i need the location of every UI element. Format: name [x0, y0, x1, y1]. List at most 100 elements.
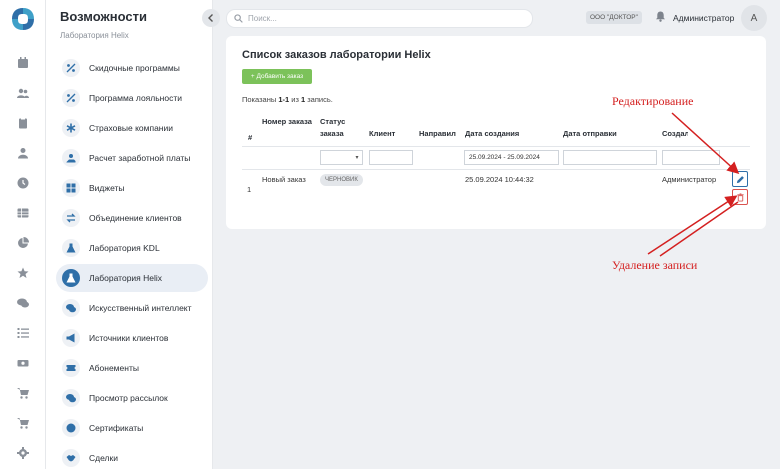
- sidebar-item[interactable]: Просмотр рассылок: [56, 384, 208, 412]
- sidebar-item-label: Искусственный интеллект: [89, 303, 192, 313]
- sidebar-item-label: Расчет заработной платы: [89, 153, 191, 163]
- column-header-index[interactable]: #: [248, 132, 252, 144]
- page-title: Список заказов лаборатории Helix: [242, 49, 431, 61]
- grid-icon: [62, 179, 80, 197]
- delete-annotation: Удаление записи: [612, 258, 698, 272]
- chat-icon[interactable]: [15, 295, 31, 311]
- sidebar-item-label: Абонементы: [89, 363, 139, 373]
- bell-icon: [655, 11, 666, 22]
- submenu-title: Возможности: [60, 9, 147, 24]
- flask-icon: [62, 269, 80, 287]
- chevron-left-icon: [208, 14, 213, 22]
- user-name[interactable]: Администратор: [673, 13, 734, 23]
- summary-middle: из: [289, 95, 301, 104]
- flask-icon: [62, 239, 80, 257]
- column-header-status[interactable]: Статус заказа: [320, 116, 360, 140]
- sidebar-item-label: Объединение клиентов: [89, 213, 182, 223]
- pencil-icon: [736, 175, 744, 183]
- certificate-icon: [62, 419, 80, 437]
- row-created-at: 25.09.2024 10:44:32: [465, 175, 534, 184]
- sidebar-item-label: Виджеты: [89, 183, 125, 193]
- merge-arrows-icon: [62, 209, 80, 227]
- sidebar-item-label: Просмотр рассылок: [89, 393, 168, 403]
- percent-icon: [62, 59, 80, 77]
- ticket-icon: [62, 359, 80, 377]
- sidebar-item[interactable]: Объединение клиентов: [56, 204, 208, 232]
- notifications-button[interactable]: [655, 11, 667, 23]
- sidebar-item[interactable]: Страховые компании: [56, 114, 208, 142]
- percent-icon: [62, 89, 80, 107]
- gear-icon[interactable]: [15, 445, 31, 461]
- hand-coin-icon: [62, 149, 80, 167]
- collapse-sidebar-button[interactable]: [202, 9, 220, 27]
- row-order-number: Новый заказ: [262, 175, 306, 184]
- megaphone-icon: [62, 329, 80, 347]
- records-summary: Показаны 1-1 из 1 запись.: [242, 95, 333, 104]
- summary-suffix: запись.: [305, 95, 333, 104]
- search-icon: [234, 14, 243, 23]
- column-header-created-at[interactable]: Дата создания: [465, 128, 519, 140]
- edit-button[interactable]: [732, 171, 748, 187]
- trash-icon: [736, 192, 744, 202]
- handshake-icon: [62, 449, 80, 467]
- table-icon[interactable]: [15, 205, 31, 221]
- sidebar-item[interactable]: Абонементы: [56, 354, 208, 382]
- sidebar-item[interactable]: Виджеты: [56, 174, 208, 202]
- client-filter-input[interactable]: [369, 150, 413, 165]
- chat-bubbles-icon: [62, 389, 80, 407]
- cart-add-icon[interactable]: [15, 415, 31, 431]
- sidebar-item-label: Сделки: [89, 453, 118, 463]
- edit-annotation: Редактирование: [612, 94, 694, 108]
- search-input[interactable]: [248, 14, 518, 23]
- clock-icon[interactable]: [15, 175, 31, 191]
- sidebar-item-label: Программа лояльности: [89, 93, 182, 103]
- user-icon[interactable]: [15, 145, 31, 161]
- add-order-button[interactable]: + Добавить заказ: [242, 69, 312, 84]
- sidebar-item-label: Лаборатория KDL: [89, 243, 160, 253]
- clipboard-icon[interactable]: [15, 115, 31, 131]
- chevron-down-icon[interactable]: ▾: [352, 150, 363, 165]
- created-at-filter-input[interactable]: 25.09.2024 - 25.09.2024: [464, 150, 559, 165]
- summary-prefix: Показаны: [242, 95, 279, 104]
- star-icon[interactable]: [15, 265, 31, 281]
- list-check-icon[interactable]: [15, 325, 31, 341]
- sent-at-filter-input[interactable]: [563, 150, 657, 165]
- column-header-sent-at[interactable]: Дата отправки: [563, 128, 617, 140]
- sidebar-item-label: Скидочные программы: [89, 63, 180, 73]
- status-filter-select[interactable]: [320, 150, 353, 165]
- sidebar-item[interactable]: Программа лояльности: [56, 84, 208, 112]
- row-created-by: Администратор: [662, 175, 717, 184]
- summary-range: 1-1: [278, 95, 290, 104]
- column-header-created-by[interactable]: Создал: [662, 128, 688, 140]
- organization-badge[interactable]: ООО "ДОКТОР": [586, 11, 642, 24]
- chat-bubbles-icon: [62, 299, 80, 317]
- delete-button[interactable]: [732, 189, 748, 205]
- column-header-client[interactable]: Клиент: [369, 128, 395, 140]
- sidebar-item-label: Источники клиентов: [89, 333, 169, 343]
- pie-chart-icon[interactable]: [15, 235, 31, 251]
- avatar[interactable]: A: [741, 5, 767, 31]
- logo-icon[interactable]: [10, 6, 36, 32]
- sidebar-item[interactable]: Сделки: [56, 444, 208, 469]
- column-header-referrer[interactable]: Направил: [419, 128, 456, 140]
- sidebar-item[interactable]: Искусственный интеллект: [56, 294, 208, 322]
- asterisk-icon: [62, 119, 80, 137]
- search-bar[interactable]: [226, 9, 533, 28]
- cart-icon[interactable]: [15, 385, 31, 401]
- filter-divider: [242, 169, 750, 170]
- submenu-subtitle: Лаборатория Helix: [60, 31, 129, 40]
- row-index: 1: [247, 185, 252, 194]
- sidebar-item[interactable]: Скидочные программы: [56, 54, 208, 82]
- cash-icon[interactable]: [15, 355, 31, 371]
- sidebar-item[interactable]: Источники клиентов: [56, 324, 208, 352]
- header-divider: [242, 146, 750, 147]
- calendar-icon[interactable]: [15, 55, 31, 71]
- sidebar-item-label: Страховые компании: [89, 123, 173, 133]
- created-by-filter-input[interactable]: [662, 150, 720, 165]
- sidebar-item[interactable]: Расчет заработной платы: [56, 144, 208, 172]
- sidebar-item[interactable]: Лаборатория KDL: [56, 234, 208, 262]
- sidebar-item[interactable]: Сертификаты: [56, 414, 208, 442]
- users-icon[interactable]: [15, 85, 31, 101]
- column-header-order-number[interactable]: Номер заказа: [262, 116, 312, 128]
- sidebar-item[interactable]: Лаборатория Helix: [56, 264, 208, 292]
